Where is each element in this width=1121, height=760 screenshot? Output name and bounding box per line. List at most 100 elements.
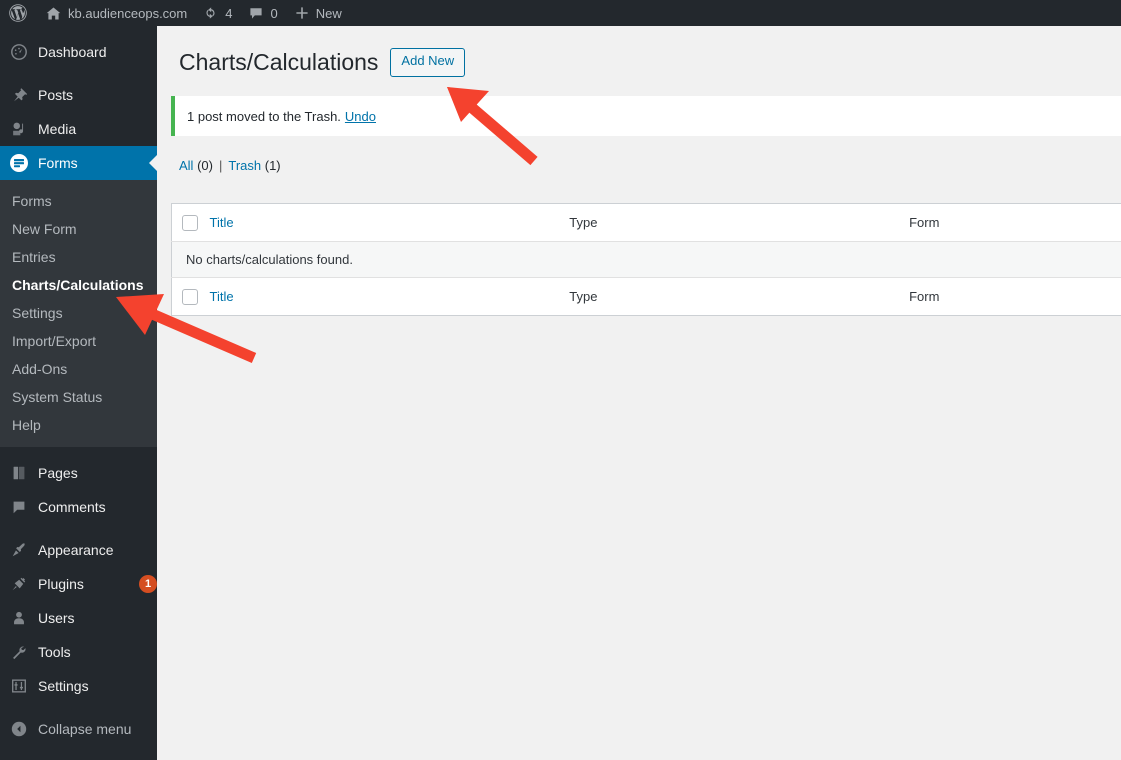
submenu-item-new-form[interactable]: New Form [0,215,157,243]
comments-button[interactable]: 0 [240,0,285,26]
sidebar-label-posts: Posts [38,87,74,103]
column-label-form-footer: Form [909,289,940,304]
column-label-type-footer: Type [569,289,598,304]
filter-trash-count: (1) [264,158,281,173]
updates-count: 4 [225,5,233,21]
column-header-form: Form [909,203,1121,242]
sidebar-label-pages: Pages [38,465,78,481]
select-all-checkbox-footer[interactable] [182,288,198,305]
submenu-item-entries[interactable]: Entries [0,243,157,271]
admin-sidebar: Dashboard Posts Media Forms Forms New Fo… [0,26,157,760]
site-name-button[interactable]: kb.audienceops.com [37,0,195,26]
filter-all-link[interactable]: All [179,158,193,173]
submenu-item-import-export[interactable]: Import/Export [0,327,157,355]
sidebar-item-appearance[interactable]: Appearance [0,533,157,567]
column-footer-type: Type [569,277,910,316]
wrench-icon [9,642,29,662]
undo-link[interactable]: Undo [345,109,376,124]
sidebar-label-forms: Forms [38,155,78,171]
sidebar-item-tools[interactable]: Tools [0,635,157,669]
table-body: No charts/calculations found. [171,241,1121,278]
comment-bubble-icon [248,5,264,21]
empty-row: No charts/calculations found. [171,241,1121,278]
forms-submenu: Forms New Form Entries Charts/Calculatio… [0,180,157,447]
user-icon [9,608,29,628]
sidebar-item-forms[interactable]: Forms [0,146,157,180]
admin-bar: kb.audienceops.com 4 0 New [0,0,1121,26]
sidebar-item-settings[interactable]: Settings [0,669,157,703]
updates-button[interactable]: 4 [195,0,240,26]
empty-message: No charts/calculations found. [171,241,1121,278]
column-label-form: Form [909,215,940,230]
table-foot: Title Type Form [171,277,1121,316]
sidebar-item-pages[interactable]: Pages [0,456,157,490]
plugins-update-badge: 1 [139,575,157,593]
sidebar-item-dashboard[interactable]: Dashboard [0,35,157,69]
filter-trash-link[interactable]: Trash [228,158,261,173]
page-header: Charts/Calculations Add New [157,26,1121,77]
submenu-item-system-status[interactable]: System Status [0,383,157,411]
table-head: Title Type Form [171,203,1121,242]
table-header-row: Title Type Form [171,203,1121,242]
sidebar-label-collapse-menu: Collapse menu [38,721,132,737]
submenu-item-forms[interactable]: Forms [0,187,157,215]
submenu-item-add-ons[interactable]: Add-Ons [0,355,157,383]
sidebar-label-appearance: Appearance [38,542,114,558]
sidebar-item-plugins[interactable]: Plugins 1 [0,567,157,601]
sidebar-label-plugins: Plugins [38,576,84,592]
trash-notice: 1 post moved to the Trash. Undo [171,96,1121,136]
page-title: Charts/Calculations [179,49,379,75]
sidebar-item-posts[interactable]: Posts [0,78,157,112]
forms-icon [9,153,29,173]
plug-icon [9,574,29,594]
main-content: Charts/Calculations Add New 1 post moved… [157,26,1121,760]
select-all-footer-header [171,277,210,316]
updates-icon [203,5,219,21]
wordpress-icon [8,3,28,23]
sidebar-label-tools: Tools [38,644,71,660]
new-content-label: New [315,5,342,21]
dashboard-gauge-icon [9,42,29,62]
pushpin-icon [9,85,29,105]
status-filter-links: All (0) | Trash (1) [179,158,1121,173]
sidebar-item-media[interactable]: Media [0,112,157,146]
add-new-button[interactable]: Add New [390,48,466,77]
submenu-item-charts-calculations[interactable]: Charts/Calculations [0,271,157,299]
column-footer-form: Form [909,277,1121,316]
filter-all-count: (0) [197,158,213,173]
table-footer-row: Title Type Form [171,277,1121,316]
select-all-checkbox[interactable] [182,214,198,231]
comments-count: 0 [270,5,278,21]
sidebar-label-media: Media [38,121,77,137]
column-footer-title: Title [209,277,570,316]
media-icon [9,119,29,139]
submenu-item-settings[interactable]: Settings [0,299,157,327]
sidebar-label-users: Users [38,610,75,626]
column-label-type: Type [569,215,598,230]
comment-bubble-icon [9,497,29,517]
filter-divider: | [218,158,223,173]
submenu-item-help[interactable]: Help [0,411,157,439]
home-icon [45,5,62,22]
sidebar-label-comments: Comments [38,499,106,515]
sort-title-link-footer[interactable]: Title [209,289,233,304]
wordpress-logo-button[interactable] [0,0,37,26]
new-content-button[interactable]: New [286,0,350,26]
collapse-arrow-icon [9,719,29,739]
sidebar-item-users[interactable]: Users [0,601,157,635]
sidebar-spacer-top [0,26,157,35]
sort-title-link[interactable]: Title [209,215,233,230]
column-header-type: Type [569,203,910,242]
sidebar-item-collapse-menu[interactable]: Collapse menu [0,712,157,746]
sidebar-label-dashboard: Dashboard [38,44,107,60]
site-name-label: kb.audienceops.com [68,5,188,21]
sliders-icon [9,676,29,696]
column-header-title: Title [209,203,570,242]
notice-text: 1 post moved to the Trash. [187,108,341,124]
sidebar-label-settings: Settings [38,678,89,694]
sidebar-item-comments[interactable]: Comments [0,490,157,524]
